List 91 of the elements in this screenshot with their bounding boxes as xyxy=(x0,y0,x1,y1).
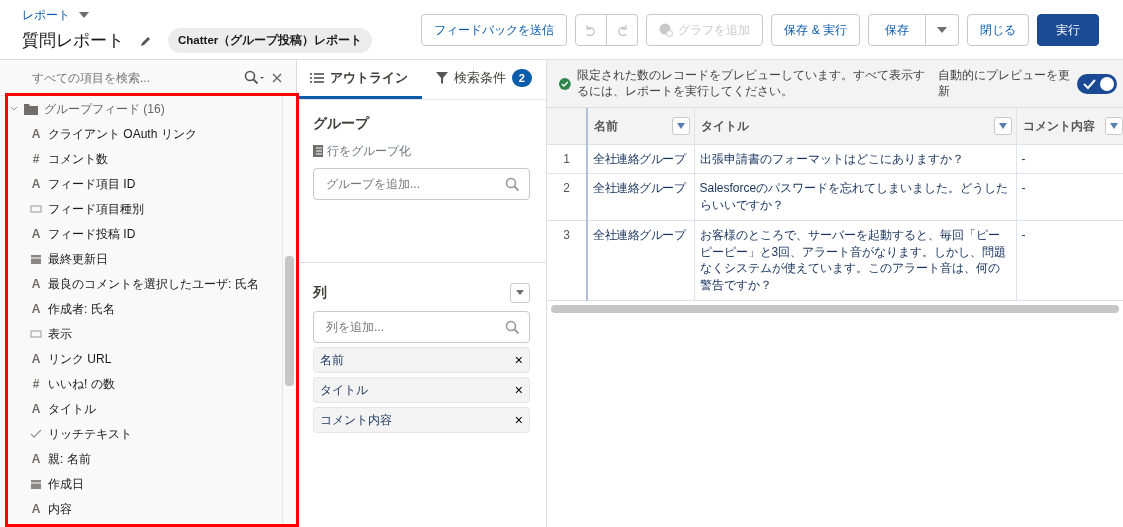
text-type-icon: A xyxy=(30,299,42,318)
caret-icon xyxy=(998,122,1007,129)
table-cell: - xyxy=(1016,220,1123,301)
dropdown-button[interactable] xyxy=(510,283,530,304)
number-type-icon: # xyxy=(30,374,42,393)
search-input[interactable]: すべての項目を検索... xyxy=(30,67,236,88)
table-cell: - xyxy=(1016,173,1123,221)
count-badge: 2 xyxy=(511,68,532,88)
text-type-icon: A xyxy=(30,274,42,293)
field-item[interactable]: A クライアント OAuth リンク xyxy=(0,121,282,146)
field-item[interactable]: フィード項目種別 xyxy=(0,196,282,221)
field-item[interactable]: A フィード項目 ID xyxy=(0,171,282,196)
section-heading: 列 xyxy=(313,284,327,302)
text-type-icon: A xyxy=(30,124,42,143)
table-cell: お客様のところで、サーバーを起動すると、毎回「ピーピーピー」と3回、アラート音がなります。しかし、問題なくシステムが使えています。このアラート音は、何の警告ですか？ xyxy=(694,220,1016,301)
search-field[interactable]: 列を追加... xyxy=(313,311,530,344)
field-item[interactable]: 表示 xyxy=(0,321,282,346)
table-cell: 全社連絡グループ xyxy=(587,173,694,221)
pencil-icon xyxy=(140,34,152,47)
caret-icon xyxy=(1109,122,1118,129)
notice-text: 限定された数のレコードをプレビューしています。すべて表示するには、レポートを実行してください。 xyxy=(576,68,926,99)
row-number: 2 xyxy=(547,173,587,221)
search-icon xyxy=(505,320,519,335)
report-title: 質問レポート xyxy=(22,30,124,52)
field-item[interactable]: A 最良のコメントを選択したユーザ: 氏名 xyxy=(0,271,282,296)
search-icon xyxy=(505,177,519,192)
caret-icon xyxy=(78,10,90,20)
row-number: 1 xyxy=(547,144,587,174)
column-menu-button[interactable] xyxy=(671,116,690,135)
remove-button[interactable]: × xyxy=(514,353,523,368)
text-type-icon: A xyxy=(30,449,42,468)
chart-icon xyxy=(659,23,674,37)
folder-item[interactable]: グループフィード (16) xyxy=(0,96,282,121)
field-item[interactable]: # いいね! の数 xyxy=(0,371,282,396)
dropdown-button[interactable] xyxy=(926,14,959,46)
filter-icon xyxy=(435,72,448,84)
field-item[interactable]: A 親: 名前 xyxy=(0,446,282,471)
breadcrumb-link[interactable]: レポート xyxy=(22,6,70,24)
field-item[interactable]: 最終更新日 xyxy=(0,246,282,271)
folder-icon xyxy=(24,102,38,115)
search-field[interactable]: グループを追加... xyxy=(313,168,530,201)
column-header: コメント内容 xyxy=(1022,117,1095,135)
save-button[interactable]: 保存 xyxy=(868,14,926,46)
table-cell: 全社連絡グループ xyxy=(587,144,694,174)
scrollbar-thumb[interactable] xyxy=(285,256,294,386)
column-name: 名前 xyxy=(320,352,344,370)
field-item[interactable]: # コメント数 xyxy=(0,146,282,171)
field-label: 行をグループ化 xyxy=(327,143,411,161)
toggle-label: 自動的にプレビューを更新 xyxy=(937,68,1071,99)
text-type-icon: A xyxy=(30,499,42,518)
table-cell: 全社連絡グループ xyxy=(587,220,694,301)
field-item[interactable]: A 作成者: 氏名 xyxy=(0,296,282,321)
run-button[interactable]: 実行 xyxy=(1037,14,1099,46)
column-name: タイトル xyxy=(320,382,368,400)
success-icon xyxy=(559,77,571,90)
column-menu-button[interactable] xyxy=(993,116,1012,135)
action-button[interactable]: 保存 & 実行 xyxy=(771,14,860,46)
rows-icon xyxy=(313,145,323,158)
table-cell: Salesforceのパスワードを忘れてしまいました。どうしたらいいですか？ xyxy=(694,173,1016,221)
toggle-knob-icon xyxy=(1082,76,1114,91)
close-icon xyxy=(272,72,282,83)
action-button[interactable]: フィードバックを送信 xyxy=(421,14,568,46)
row-number: 3 xyxy=(547,220,587,301)
table-cell: 出張申請書のフォーマットはどこにありますか？ xyxy=(694,144,1016,174)
toggle-switch[interactable] xyxy=(1077,73,1117,94)
caret-icon xyxy=(676,122,685,129)
caret-icon xyxy=(936,25,948,35)
list-icon xyxy=(310,72,325,84)
report-type-badge: Chatter（グループ投稿）レポート xyxy=(168,28,373,54)
field-item[interactable]: A タイトル xyxy=(0,396,282,421)
column-header: 名前 xyxy=(594,117,618,135)
horizontal-scrollbar[interactable] xyxy=(551,305,1119,314)
field-item[interactable]: 作成日 xyxy=(0,471,282,496)
column-header: タイトル xyxy=(700,117,749,135)
text-type-icon: A xyxy=(30,174,42,193)
section-heading: グループ xyxy=(313,115,371,133)
field-item[interactable]: A 内容 xyxy=(0,496,282,521)
text-type-icon: A xyxy=(30,349,42,368)
number-type-icon: # xyxy=(30,149,42,168)
remove-button[interactable]: × xyxy=(514,413,523,428)
field-item[interactable]: リッチテキスト xyxy=(0,421,282,446)
column-menu-button[interactable] xyxy=(1104,116,1123,135)
search-icon xyxy=(244,69,264,86)
text-type-icon: A xyxy=(30,399,42,418)
field-item[interactable]: A フィード投稿 ID xyxy=(0,221,282,246)
field-item[interactable]: A リンク URL xyxy=(0,346,282,371)
column-name: コメント内容 xyxy=(320,412,392,430)
table-cell: - xyxy=(1016,144,1123,174)
text-type-icon: A xyxy=(30,224,42,243)
action-button[interactable]: 閉じる xyxy=(967,14,1029,46)
remove-button[interactable]: × xyxy=(514,383,523,398)
